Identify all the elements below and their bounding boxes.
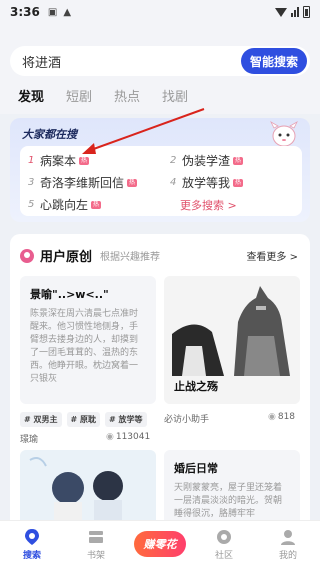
nav-search[interactable]: 搜索 <box>0 521 64 568</box>
section-header: 用户原创 根据兴趣推荐 <box>20 246 160 265</box>
user-original-icon <box>20 248 34 263</box>
hot-tag: 热 <box>233 156 244 165</box>
wifi-icon <box>275 7 287 17</box>
tab-discover[interactable]: 发现 <box>18 86 44 105</box>
bookshelf-icon <box>89 531 103 543</box>
search-query: 将进酒 <box>22 55 62 71</box>
search-input[interactable]: 将进酒 智能搜索 <box>10 46 310 76</box>
search-pin-icon <box>25 529 39 545</box>
work-tags: # 双男主 # 原耽 # 放学等 <box>20 412 147 427</box>
hot-search-title: 大家都在搜 <box>22 128 77 141</box>
battery-icon <box>303 6 310 18</box>
top-tabs: 发现 短剧 热点 找剧 <box>18 86 188 105</box>
hot-tag: 热 <box>79 156 90 165</box>
hot-rank: 3 <box>28 177 35 188</box>
community-icon <box>217 530 231 544</box>
hot-search-list: 1 病案本 热 2 伪装学渣 热 3 奇洛李维斯回信 热 4 放学等我 热 5 … <box>20 146 302 216</box>
work-title: 止战之殇 <box>174 380 218 393</box>
hot-search-card: 大家都在搜 1 病案本 热 2 伪装学渣 热 3 奇洛李维斯回信 热 4 放学等… <box>10 118 310 222</box>
hot-tag: 热 <box>127 178 138 187</box>
status-time: 3:36 <box>10 5 40 19</box>
eye-icon: ◉ <box>106 432 114 442</box>
signal-icon <box>291 7 299 17</box>
views-count: 113041 <box>115 432 151 442</box>
hot-tag: 热 <box>233 178 244 187</box>
nav-label: 搜索 <box>22 551 41 561</box>
hot-item-label: 放学等我 <box>182 176 231 190</box>
hot-rank: 1 <box>28 155 35 166</box>
work-title: 景喻"..>w<.." <box>30 288 109 301</box>
nav-earn[interactable]: 赚零花 <box>128 521 192 568</box>
work-title: 婚后日常 <box>174 462 218 475</box>
hot-item-1[interactable]: 1 病案本 热 <box>28 152 90 169</box>
nav-community[interactable]: 社区 <box>192 521 256 568</box>
bottom-nav: 搜索 书架 赚零花 社区 我的 <box>0 520 320 568</box>
nav-label: 社区 <box>214 551 233 561</box>
work-card-2[interactable]: 止战之殇 <box>164 276 300 404</box>
app-icon: ▲ <box>63 6 72 18</box>
earn-icon: 赚零花 <box>134 530 186 557</box>
hot-item-label: 病案本 <box>40 154 77 168</box>
hot-rank: 4 <box>170 177 177 188</box>
tag-chip[interactable]: # 放学等 <box>105 412 147 427</box>
more-search-link[interactable]: 更多搜索 > <box>180 197 237 213</box>
work-excerpt: 天刚蒙蒙亮，屋子里还笼着一层清晨淡淡的暗光。贺朝睡得很沉，胳膊牢牢 <box>174 483 283 519</box>
work-views: ◉ 113041 <box>106 432 150 442</box>
eye-icon: ◉ <box>268 412 276 422</box>
work-author: 璟瑜 <box>20 435 39 445</box>
hot-item-label: 伪装学渣 <box>182 154 231 168</box>
tab-find-drama[interactable]: 找剧 <box>162 86 188 105</box>
work-excerpt: 陈景深在周六清晨七点准时醒来。他习惯性地侧身，手臂想去搂身边的人，却摸到了一团毛… <box>30 309 139 384</box>
hot-item-3[interactable]: 3 奇洛李维斯回信 热 <box>28 174 138 191</box>
section-subtitle: 根据兴趣推荐 <box>100 252 161 263</box>
status-bar: 3:36 ▣ ▲ <box>0 0 320 24</box>
profile-icon <box>281 530 295 545</box>
see-more-link[interactable]: 查看更多 > <box>246 248 298 263</box>
user-original-section: 用户原创 根据兴趣推荐 查看更多 > 景喻"..>w<.." 陈景深在周六清晨七… <box>10 234 310 568</box>
hot-item-5[interactable]: 5 心跳向左 热 <box>28 196 102 213</box>
work-author: 必访小助手 <box>164 415 210 425</box>
tag-chip[interactable]: # 原耽 <box>66 412 100 427</box>
nav-label: 书架 <box>86 551 105 561</box>
section-title: 用户原创 <box>40 250 93 265</box>
hot-rank: 5 <box>28 199 35 210</box>
nav-profile[interactable]: 我的 <box>256 521 320 568</box>
hot-item-2[interactable]: 2 伪装学渣 热 <box>170 152 244 169</box>
hot-item-label: 奇洛李维斯回信 <box>40 176 125 190</box>
nav-bookshelf[interactable]: 书架 <box>64 521 128 568</box>
notification-icon: ▣ <box>47 6 58 18</box>
work-views: ◉ 818 <box>268 412 295 422</box>
tab-trending[interactable]: 热点 <box>114 86 140 105</box>
work-card-1[interactable]: 景喻"..>w<.." 陈景深在周六清晨七点准时醒来。他习惯性地侧身，手臂想去搂… <box>20 276 156 404</box>
hot-rank: 2 <box>170 155 177 166</box>
tag-chip[interactable]: # 双男主 <box>20 412 62 427</box>
hot-item-label: 心跳向左 <box>40 198 89 212</box>
hot-item-4[interactable]: 4 放学等我 热 <box>170 174 244 191</box>
smart-search-button[interactable]: 智能搜索 <box>241 48 307 74</box>
nav-label: 我的 <box>278 551 297 561</box>
hot-tag: 热 <box>91 200 102 209</box>
header: 将进酒 智能搜索 发现 短剧 热点 找剧 <box>0 24 320 114</box>
views-count: 818 <box>277 412 296 422</box>
tab-short-drama[interactable]: 短剧 <box>66 86 92 105</box>
